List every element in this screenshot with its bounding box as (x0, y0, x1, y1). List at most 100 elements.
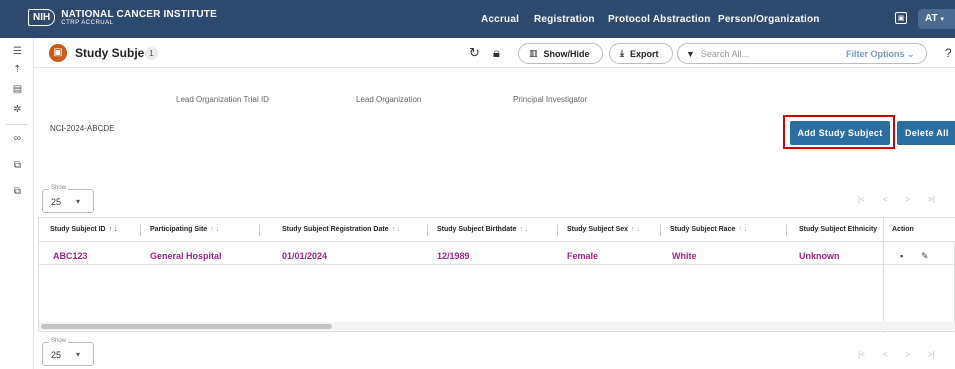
search-placeholder: Search All... (700, 48, 749, 59)
refresh-icon[interactable]: ↻ (469, 45, 480, 61)
last-page-icon[interactable]: >| (928, 350, 935, 359)
institute-title: NATIONAL CANCER INSTITUTE (61, 8, 217, 20)
nav-person-organization[interactable]: Person/Organization (718, 14, 820, 25)
page-header: ▣ Study Subject 1 ↻ 🔒︎ ▥ Show/Hide ⤓ Exp… (34, 38, 955, 68)
trial-id: NCI-2024-ABCDE (50, 124, 115, 133)
group-icon[interactable]: ✲ (12, 104, 23, 115)
study-subject-table: Study Subject ID ↑ ↓ Participating Site ↑ … (38, 217, 955, 333)
export-button[interactable]: ⤓ Export (609, 43, 673, 64)
col-label: Study Subject Sex (567, 226, 629, 233)
institute-subtitle: CTRP ACCRUAL (61, 19, 114, 26)
col-label: Study Subject ID (50, 226, 106, 233)
col-action: Action (892, 226, 914, 233)
document-icon[interactable]: ▤ (12, 84, 23, 95)
export-label: Export (629, 48, 659, 59)
last-page-icon[interactable]: >| (928, 195, 935, 204)
nav-registration[interactable]: Registration (534, 14, 595, 25)
next-page-icon[interactable]: > (905, 350, 910, 359)
add-study-subject-button[interactable]: Add Study Subject (790, 121, 890, 145)
row-separator (39, 264, 955, 265)
column-separator (786, 224, 787, 236)
cell-registration-date: 01/01/2024 (282, 251, 328, 261)
show-hide-label: Show/Hide (543, 48, 590, 59)
col-label: Study Subject Ethnicity (799, 226, 878, 233)
col-label: Study Subject Birthdate (437, 226, 517, 233)
lead-org-label: Lead Organization (356, 95, 422, 104)
first-page-icon[interactable]: |< (858, 195, 865, 204)
pager-bottom: |< < > >| (858, 350, 935, 359)
col-participating-site[interactable]: Participating Site ↑ ↓ (150, 226, 219, 233)
sort-icon: ↑ ↓ (391, 226, 401, 233)
lock-icon[interactable]: 🔒︎ (493, 45, 500, 61)
external-link-icon-2[interactable]: ⧉ (12, 186, 23, 197)
column-separator (557, 224, 558, 236)
nih-logo[interactable]: NIH NATIONAL CANCER INSTITUTE CTRP ACCRU… (28, 9, 217, 26)
left-sidebar: ☰ ⇡ ▤ ✲ ∞ ⧉ ⧉ (0, 38, 34, 369)
chevron-down-icon: ▾ (940, 16, 944, 23)
cell-subject-id[interactable]: ABC123 (53, 251, 88, 261)
nav-protocol-abstraction[interactable]: Protocol Abstraction (608, 14, 711, 25)
filter-icon: ▼ (686, 48, 695, 59)
next-page-icon[interactable]: > (905, 195, 910, 204)
show-label: Show (49, 185, 69, 191)
column-separator (660, 224, 661, 236)
sort-icon: ↑ ↓ (519, 226, 529, 233)
col-label: Study Subject Registration Date (282, 226, 389, 233)
help-icon[interactable]: ? (945, 46, 952, 60)
page-title: Study Subject (75, 46, 156, 60)
cell-race: White (672, 251, 697, 261)
show-hide-button[interactable]: ▥ Show/Hide (518, 43, 603, 64)
chevron-down-icon: ⌄ (907, 49, 915, 59)
col-birthdate[interactable]: Study Subject Birthdate ↑ ↓ (437, 226, 528, 233)
trash-icon[interactable]: ▪ (900, 251, 903, 261)
download-icon: ⤓ (620, 48, 624, 58)
nav-accrual[interactable]: Accrual (481, 14, 519, 25)
col-race[interactable]: Study Subject Race ↑ ↓ (670, 226, 747, 233)
action-column-divider (883, 218, 884, 333)
column-separator (259, 224, 260, 236)
col-ethnicity[interactable]: Study Subject Ethnicity (799, 226, 877, 233)
top-navigation-bar: NIH NATIONAL CANCER INSTITUTE CTRP ACCRU… (0, 0, 955, 38)
horizontal-scrollbar-thumb[interactable] (41, 324, 332, 329)
institute-name: NATIONAL CANCER INSTITUTE CTRP ACCRUAL (61, 8, 217, 26)
page-size-value: 25 (51, 197, 62, 207)
col-label: Study Subject Race (670, 226, 736, 233)
lead-org-trial-id-label: Lead Organization Trial ID (176, 95, 269, 104)
show-label: Show (49, 338, 69, 344)
id-card-icon[interactable]: ▣ (895, 12, 907, 24)
nih-logo-mark: NIH (28, 9, 56, 26)
page-size-select-bottom[interactable]: Show 25 ▾ (42, 338, 94, 366)
delete-all-button[interactable]: Delete All (897, 121, 955, 145)
edit-icon[interactable]: ✎ (921, 251, 929, 262)
first-page-icon[interactable]: |< (858, 350, 865, 359)
sort-icon: ↑ ↓ (108, 226, 118, 233)
cell-birthdate: 12/1989 (437, 251, 470, 261)
count-badge: 1 (145, 47, 158, 60)
columns-icon: ▥ (529, 48, 538, 58)
list-icon[interactable]: ☰ (12, 46, 23, 57)
filter-options-button[interactable]: Filter Options ⌄ (846, 49, 915, 60)
user-initials: AT (925, 13, 938, 24)
chevron-down-icon: ▾ (76, 350, 81, 359)
col-registration-date[interactable]: Study Subject Registration Date ↑ ↓ (282, 226, 401, 233)
cell-participating-site: General Hospital (150, 251, 222, 261)
pager-top: |< < > >| (858, 195, 935, 204)
user-menu[interactable]: AT ▾ (918, 9, 955, 29)
prev-page-icon[interactable]: < (883, 195, 888, 204)
sort-icon: ↑ ↓ (631, 226, 641, 233)
cell-ethnicity: Unknown (799, 251, 840, 261)
upload-icon[interactable]: ⇡ (12, 64, 23, 75)
link-icon[interactable]: ∞ (12, 133, 23, 144)
page-size-select-top[interactable]: Show 25 ▾ (42, 185, 94, 213)
chevron-down-icon: ▾ (76, 197, 81, 206)
prev-page-icon[interactable]: < (883, 350, 888, 359)
col-study-subject-id[interactable]: Study Subject ID ↑ ↓ (50, 226, 118, 233)
sidebar-divider (6, 124, 28, 125)
sort-icon: ↑ ↓ (210, 226, 220, 233)
col-sex[interactable]: Study Subject Sex ↑ ↓ (567, 226, 640, 233)
col-label: Participating Site (150, 226, 208, 233)
external-link-icon[interactable]: ⧉ (12, 160, 23, 171)
cell-sex: Female (567, 251, 599, 261)
column-separator (427, 224, 428, 236)
filter-options-label: Filter Options (846, 49, 905, 59)
